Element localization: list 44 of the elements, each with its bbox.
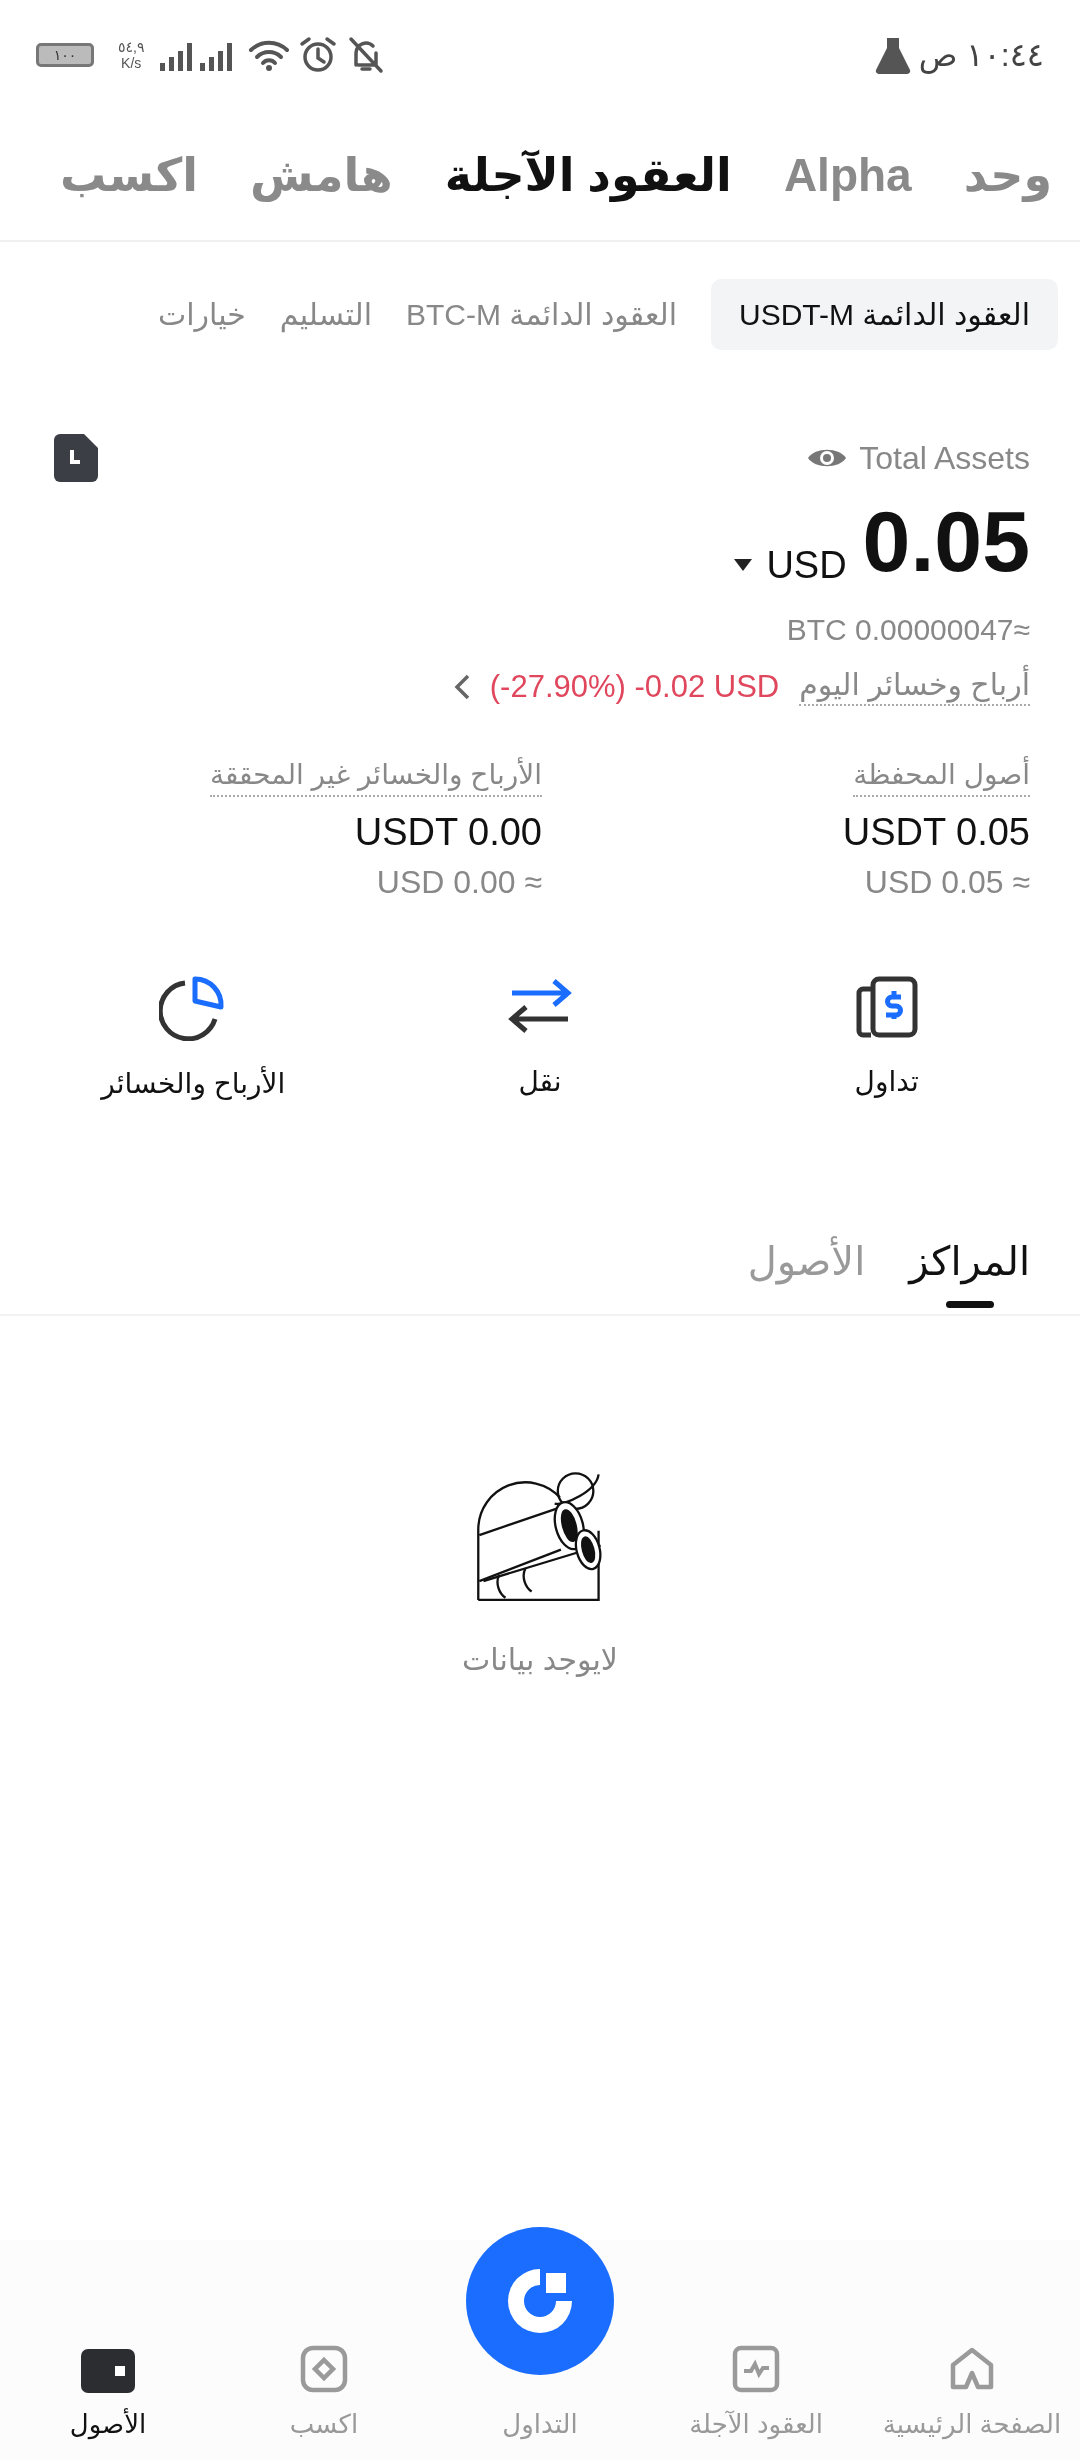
- contract-tab[interactable]: العقود الدائمة BTC-M: [406, 278, 677, 350]
- speed-unit: K/s: [121, 55, 142, 71]
- total-assets-label: Total Assets: [859, 439, 1030, 477]
- nav-tab[interactable]: الأصول: [0, 2349, 216, 2440]
- wifi-icon: [248, 38, 291, 72]
- stat-label: أصول المحفظة: [853, 758, 1030, 797]
- contract-tab[interactable]: خيارات: [157, 278, 246, 350]
- nav-tab[interactable]: الصفحة الرئيسية: [864, 2345, 1080, 2440]
- stat-value: USDT 0.05: [842, 811, 1030, 854]
- clock-time: ١٠:٤٤ ص: [918, 36, 1044, 74]
- action-button[interactable]: نقل: [366, 965, 714, 1110]
- stat-approx-value: USD 0.00 ≈: [376, 864, 542, 901]
- positions-tab[interactable]: المراكز: [909, 1238, 1030, 1314]
- contract-tab[interactable]: العقود الدائمة USDT-M: [711, 278, 1058, 350]
- action-button[interactable]: تداول: [713, 965, 1060, 1110]
- positions-tab[interactable]: الأصول: [747, 1238, 866, 1314]
- currency-selector[interactable]: USD: [766, 543, 847, 587]
- network-speed: ٥٤,٩: [118, 39, 145, 55]
- category-tab[interactable]: اكسب: [60, 148, 199, 202]
- chart-icon: [732, 2345, 780, 2393]
- chevron-icon[interactable]: [453, 673, 470, 700]
- dropdown-icon[interactable]: [734, 559, 753, 571]
- daily-pnl-value: (-27.90%) -0.02 USD: [489, 668, 780, 705]
- category-tab[interactable]: وحد: [963, 148, 1052, 202]
- battery-percentage: ١٠٠: [53, 47, 77, 63]
- document-clock-icon[interactable]: [54, 434, 98, 482]
- flask-icon: [874, 36, 911, 74]
- category-tab[interactable]: Alpha: [783, 148, 912, 202]
- nav-tab[interactable]: العقود الآجلة: [648, 2345, 864, 2440]
- stat-value: USDT 0.00: [354, 811, 542, 854]
- action-button[interactable]: الأرباح والخسائر: [20, 965, 367, 1110]
- empty-message: لايوجد بيانات: [462, 1642, 618, 1677]
- nav-tab[interactable]: التداول: [432, 2227, 648, 2440]
- btc-equivalent: BTC 0.00000047≈: [785, 613, 1030, 647]
- category-tab[interactable]: العقود الآجلة: [444, 148, 732, 202]
- category-tab[interactable]: هامش: [250, 148, 393, 202]
- contract-tab[interactable]: التسليم: [279, 278, 372, 350]
- nav-tab[interactable]: اكسب: [216, 2345, 432, 2440]
- stat-approx-value: USD 0.05 ≈: [864, 864, 1030, 901]
- diamond-box-icon: [300, 2345, 348, 2393]
- total-amount: 0.05: [862, 492, 1030, 591]
- stat-label: الأرباح والخسائر غير المحققة: [209, 758, 542, 797]
- alarm-icon: [298, 35, 339, 75]
- wallet-icon: [81, 2349, 135, 2393]
